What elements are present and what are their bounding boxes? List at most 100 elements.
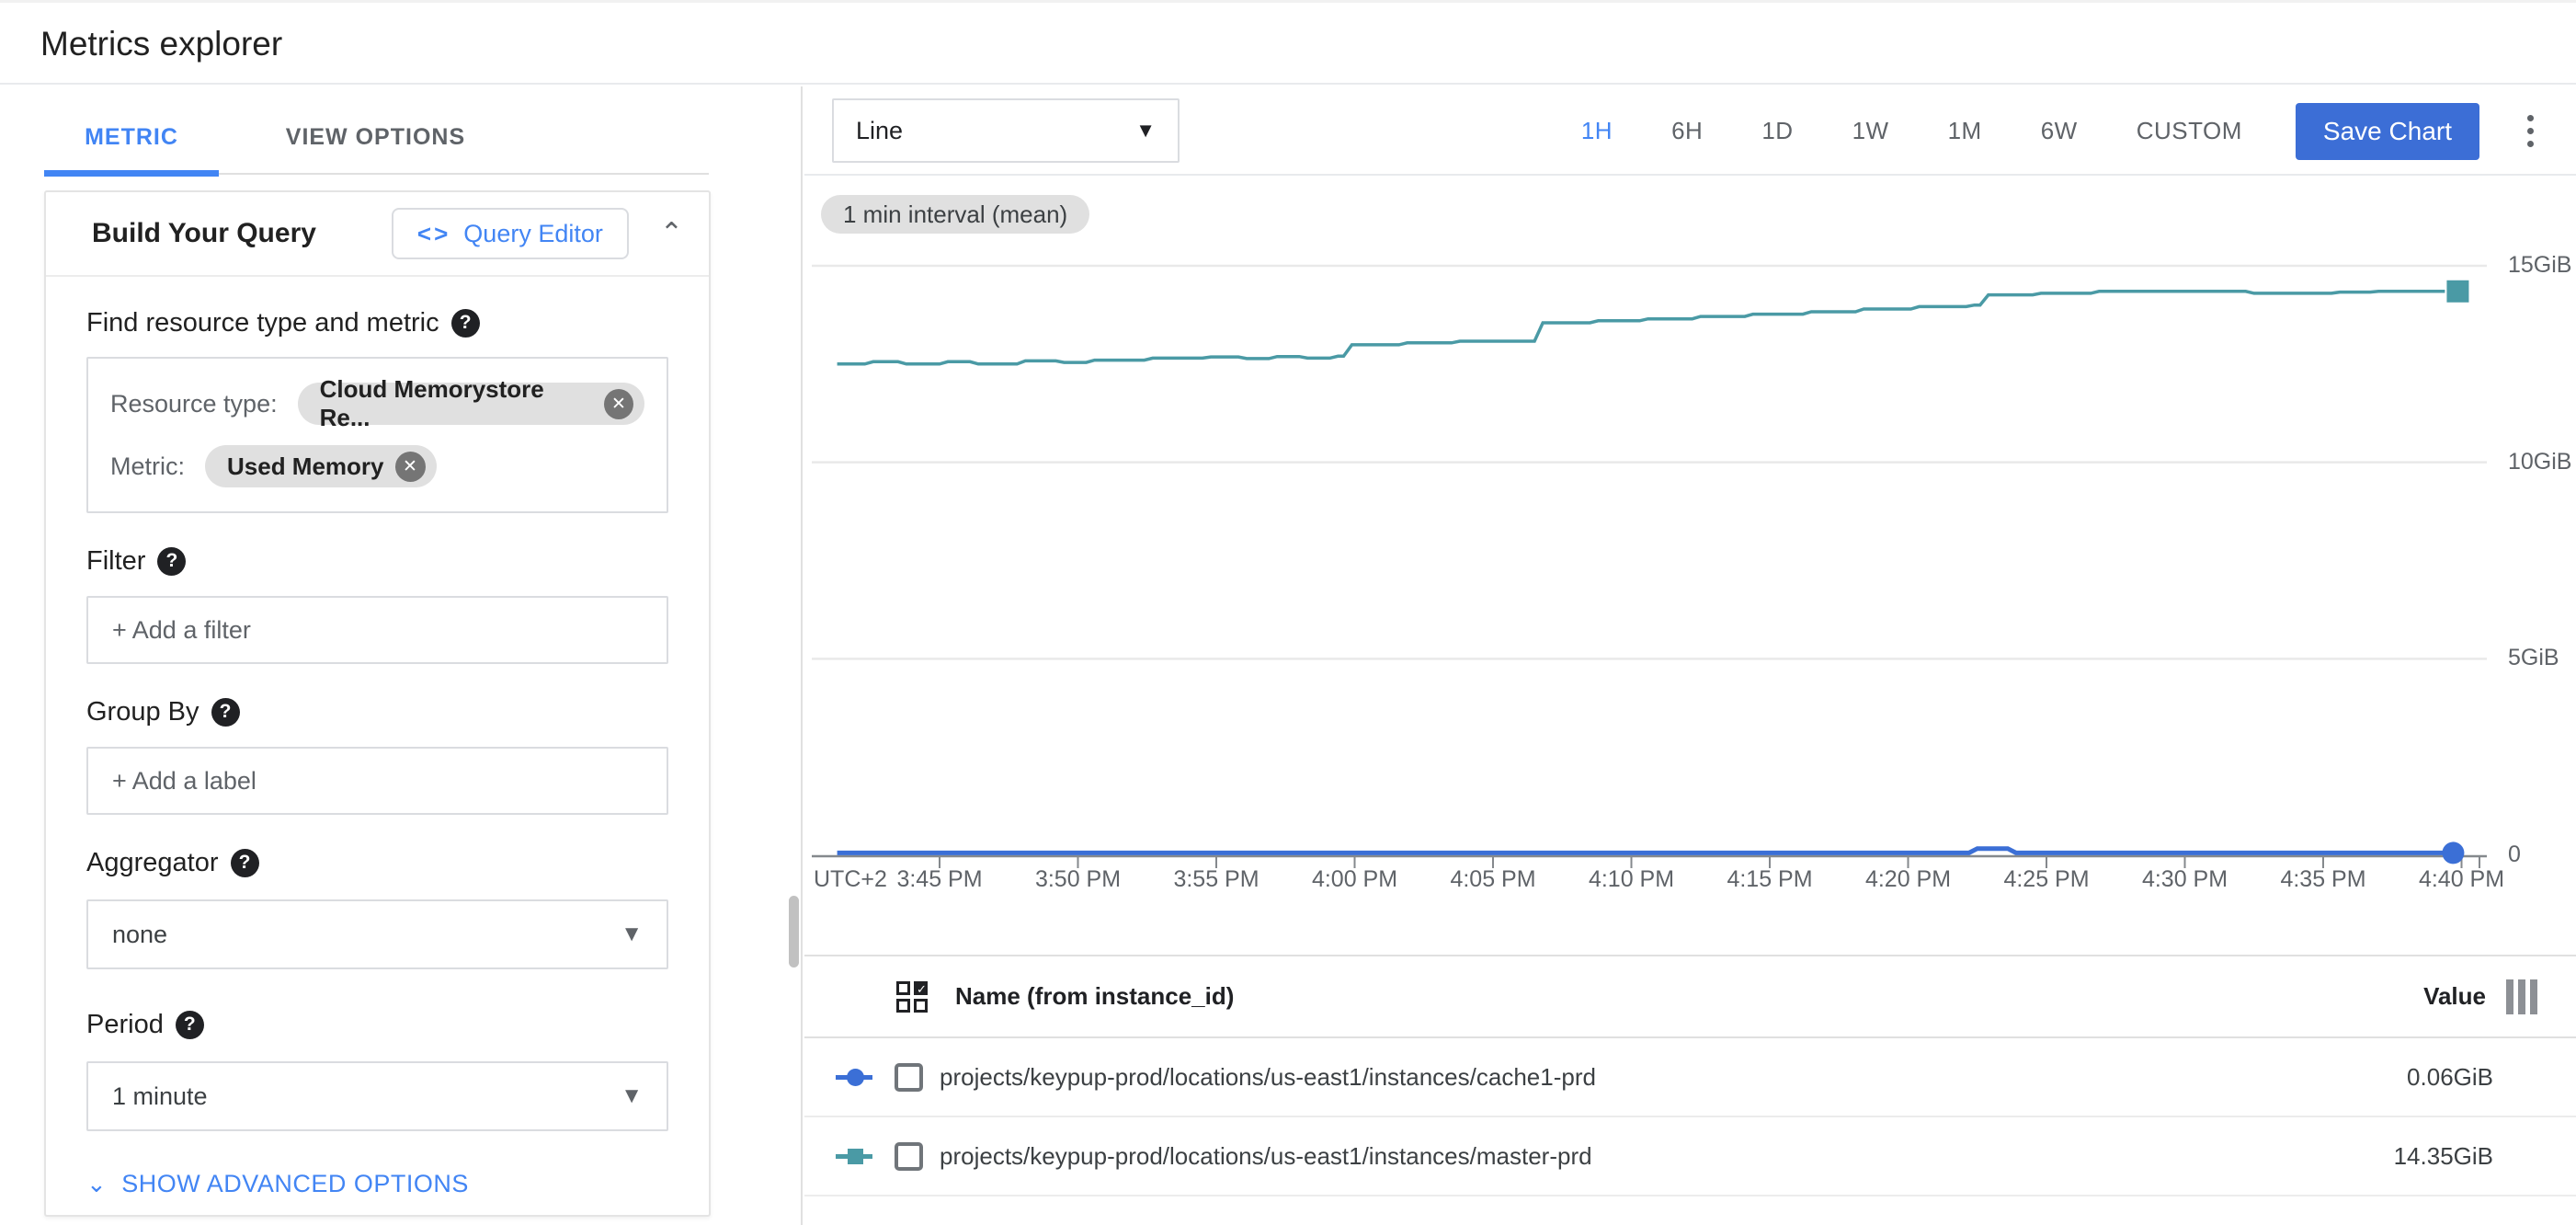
row-checkbox[interactable]	[895, 1063, 923, 1092]
aggregator-select[interactable]: none ▼	[86, 899, 668, 969]
series-name: projects/keypup-prod/locations/us-east1/…	[940, 1142, 2394, 1171]
page-header: Metrics explorer	[0, 3, 2576, 85]
tab-view-options[interactable]: VIEW OPTIONS	[265, 86, 485, 173]
metric-row: Metric: Used Memory ✕	[110, 445, 644, 487]
help-icon[interactable]: ?	[231, 849, 259, 877]
build-query-card: Build Your Query <> Query Editor ⌃ Find …	[44, 190, 711, 1217]
chevron-down-icon: ⌄	[86, 1170, 107, 1198]
chevron-down-icon: ▼	[1135, 119, 1156, 143]
tab-active-indicator	[44, 170, 219, 177]
query-editor-label: Query Editor	[463, 220, 603, 248]
range-button-6w[interactable]: 6W	[2041, 117, 2078, 145]
resource-type-label: Resource type:	[110, 390, 278, 418]
line-chart-plot[interactable]	[812, 265, 2503, 879]
period-select[interactable]: 1 minute ▼	[86, 1061, 668, 1131]
series-table-header: ✓ Name (from instance_id) Value	[804, 955, 2576, 1038]
chart-panel: Line ▼ 1H 6H 1D 1W 1M 6W CUSTOM Save Cha…	[804, 86, 2576, 1225]
panel-scrollbar-thumb[interactable]	[789, 896, 799, 967]
x-axis-label: 4:20 PM	[1865, 866, 1951, 893]
card-title: Build Your Query	[92, 218, 392, 249]
table-row[interactable]: projects/keypup-prod/locations/us-east1/…	[804, 1038, 2576, 1117]
time-range-buttons: 1H 6H 1D 1W 1M 6W CUSTOM Save Chart	[1522, 86, 2539, 176]
x-axis-label: 4:10 PM	[1589, 866, 1674, 893]
group-by-field	[86, 747, 668, 815]
range-button-1w[interactable]: 1W	[1852, 117, 1889, 145]
more-options-icon[interactable]	[2522, 109, 2539, 153]
group-by-heading: Group By ?	[86, 693, 668, 730]
page-title: Metrics explorer	[40, 25, 282, 63]
range-button-custom[interactable]: CUSTOM	[2137, 117, 2242, 145]
column-display-icon[interactable]	[2506, 979, 2537, 1014]
series-end-marker-circle	[2442, 841, 2464, 864]
series-marker-line-dot-icon	[836, 1059, 872, 1095]
build-query-card-header: Build Your Query <> Query Editor ⌃	[46, 192, 709, 277]
tab-metric[interactable]: METRIC	[44, 86, 219, 173]
metric-label: Metric:	[110, 452, 185, 481]
show-advanced-options-link[interactable]: ⌄ SHOW ADVANCED OPTIONS	[86, 1170, 668, 1198]
range-button-1h[interactable]: 1H	[1581, 117, 1613, 145]
x-axis-label: 4:35 PM	[2280, 866, 2365, 893]
aggregator-heading: Aggregator ?	[86, 844, 668, 881]
x-axis-label: 4:15 PM	[1727, 866, 1812, 893]
add-filter-input[interactable]	[112, 616, 643, 645]
series-table: ✓ Name (from instance_id) Value projects…	[804, 955, 2576, 1196]
series-marker-line-square-icon	[836, 1138, 872, 1174]
y-axis-label: 5GiB	[2508, 645, 2559, 671]
x-axis-label: 4:30 PM	[2142, 866, 2228, 893]
save-chart-button[interactable]: Save Chart	[2296, 103, 2479, 160]
y-axis-label: 0	[2508, 841, 2521, 868]
resource-metric-box: Resource type: Cloud Memorystore Re... ✕…	[86, 357, 668, 513]
chart-region: 1 min interval (mean) 15GiB 10GiB 5GiB 0…	[804, 177, 2576, 955]
help-icon[interactable]: ?	[451, 309, 480, 338]
chart-toolbar: Line ▼ 1H 6H 1D 1W 1M 6W CUSTOM Save Cha…	[804, 86, 2576, 176]
x-axis-label: 3:55 PM	[1173, 866, 1259, 893]
series-end-marker-square	[2446, 280, 2468, 303]
build-query-card-body: Find resource type and metric ? Resource…	[46, 304, 709, 1198]
x-axis-label: 4:05 PM	[1450, 866, 1535, 893]
y-axis-label: 10GiB	[2508, 449, 2571, 475]
help-icon[interactable]: ?	[211, 698, 240, 727]
series-value: 0.06GiB	[2407, 1063, 2493, 1092]
query-panel: METRIC VIEW OPTIONS Build Your Query <> …	[0, 86, 803, 1225]
y-axis-label: 15GiB	[2508, 252, 2571, 279]
value-column-header: Value	[2423, 982, 2486, 1011]
resource-type-chip[interactable]: Cloud Memorystore Re... ✕	[298, 383, 644, 425]
x-axis-label: 4:25 PM	[2003, 866, 2089, 893]
metric-chip[interactable]: Used Memory ✕	[205, 445, 437, 487]
row-checkbox[interactable]	[895, 1142, 923, 1171]
chevron-down-icon: ▼	[621, 1083, 643, 1109]
x-axis-label: 4:00 PM	[1312, 866, 1397, 893]
find-metric-heading: Find resource type and metric ?	[86, 304, 668, 341]
toggle-all-series-icon[interactable]: ✓	[896, 981, 928, 1013]
x-axis-label: 4:40 PM	[2419, 866, 2504, 893]
chevron-down-icon: ▼	[621, 922, 643, 947]
range-button-1d[interactable]: 1D	[1761, 117, 1793, 145]
help-icon[interactable]: ?	[157, 547, 186, 576]
help-icon[interactable]: ?	[176, 1011, 204, 1039]
series-value: 14.35GiB	[2394, 1142, 2493, 1171]
series-line	[838, 292, 2445, 364]
chevron-up-icon[interactable]: ⌃	[660, 220, 683, 247]
series-line	[838, 849, 2445, 853]
metrics-explorer-page: Metrics explorer METRIC VIEW OPTIONS Bui…	[0, 0, 2576, 1225]
close-icon[interactable]: ✕	[604, 389, 633, 419]
series-name: projects/keypup-prod/locations/us-east1/…	[940, 1063, 2407, 1092]
timezone-label: UTC+2	[814, 866, 887, 893]
x-axis-label: 3:50 PM	[1035, 866, 1121, 893]
x-axis-label: 3:45 PM	[896, 866, 982, 893]
filter-heading: Filter ?	[86, 543, 668, 579]
add-label-input[interactable]	[112, 767, 643, 796]
period-heading: Period ?	[86, 1006, 668, 1043]
range-button-1m[interactable]: 1M	[1948, 117, 1982, 145]
code-icon: <>	[417, 220, 450, 248]
filter-field	[86, 596, 668, 664]
name-column-header: Name (from instance_id)	[955, 982, 2423, 1011]
query-panel-tabs: METRIC VIEW OPTIONS	[0, 86, 801, 175]
resource-type-row: Resource type: Cloud Memorystore Re... ✕	[110, 383, 644, 425]
interval-badge: 1 min interval (mean)	[821, 195, 1089, 234]
table-row[interactable]: projects/keypup-prod/locations/us-east1/…	[804, 1117, 2576, 1196]
chart-type-select[interactable]: Line ▼	[832, 98, 1180, 163]
range-button-6h[interactable]: 6H	[1671, 117, 1703, 145]
close-icon[interactable]: ✕	[395, 452, 426, 482]
query-editor-button[interactable]: <> Query Editor	[392, 208, 629, 259]
